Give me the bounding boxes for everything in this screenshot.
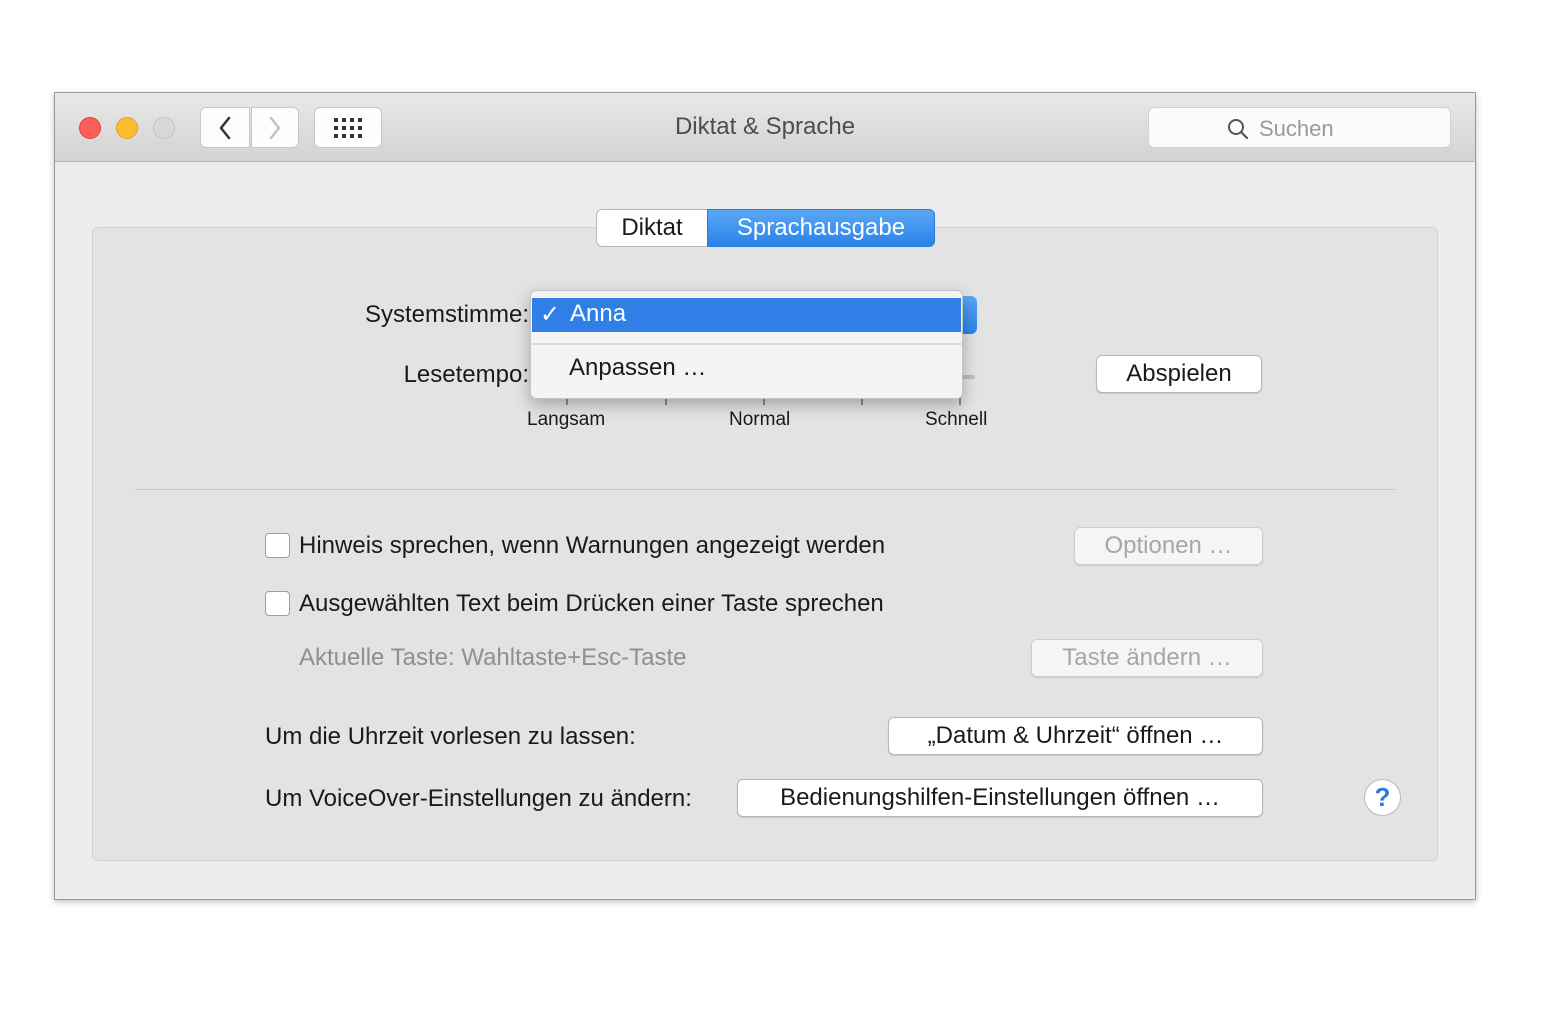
open-date-time-button[interactable]: „Datum & Uhrzeit“ öffnen …: [888, 717, 1263, 755]
change-key-button[interactable]: Taste ändern …: [1031, 639, 1263, 677]
section-divider: [135, 489, 1395, 490]
tab-diktat[interactable]: Diktat: [596, 209, 708, 247]
search-placeholder: Suchen: [1259, 116, 1334, 141]
help-button[interactable]: ?: [1364, 779, 1401, 816]
open-accessibility-button[interactable]: Bedienungshilfen-Einstellungen öffnen …: [737, 779, 1263, 817]
search-field[interactable]: Suchen: [1148, 107, 1451, 148]
menu-item-anna[interactable]: ✓ Anna: [532, 298, 961, 332]
checkmark-icon: ✓: [540, 301, 561, 328]
menu-item-anna-label: Anna: [570, 300, 627, 327]
speaking-rate-label: Lesetempo:: [403, 361, 529, 388]
tick-label-slow: Langsam: [527, 409, 606, 430]
warn-checkbox[interactable]: [265, 533, 290, 558]
search-icon: [1228, 119, 1249, 140]
voice-dropdown-menu: ✓ Anna Anpassen …: [530, 290, 963, 399]
tab-sprachausgabe[interactable]: Sprachausgabe: [707, 209, 935, 247]
speak-selection-checkbox[interactable]: [265, 591, 290, 616]
tick-label-fast: Schnell: [925, 409, 988, 430]
current-key-text: Aktuelle Taste: Wahltaste+Esc-Taste: [299, 644, 687, 671]
system-voice-label: Systemstimme:: [364, 301, 529, 328]
time-label: Um die Uhrzeit vorlesen zu lassen:: [265, 723, 636, 750]
preferences-window: Diktat & Sprache Suchen Diktat Sprachaus…: [54, 92, 1476, 900]
play-button[interactable]: Abspielen: [1096, 355, 1262, 393]
warn-checkbox-label[interactable]: Hinweis sprechen, wenn Warnungen angezei…: [299, 532, 885, 560]
title-bar: Diktat & Sprache Suchen: [55, 93, 1475, 162]
voiceover-label: Um VoiceOver-Einstellungen zu ändern:: [265, 785, 692, 812]
tick-label-normal: Normal: [729, 409, 791, 430]
options-button[interactable]: Optionen …: [1074, 527, 1263, 565]
speak-selection-label[interactable]: Ausgewählten Text beim Drücken einer Tas…: [299, 590, 884, 618]
menu-item-customize[interactable]: Anpassen …: [569, 354, 706, 382]
menu-separator: [531, 343, 962, 345]
